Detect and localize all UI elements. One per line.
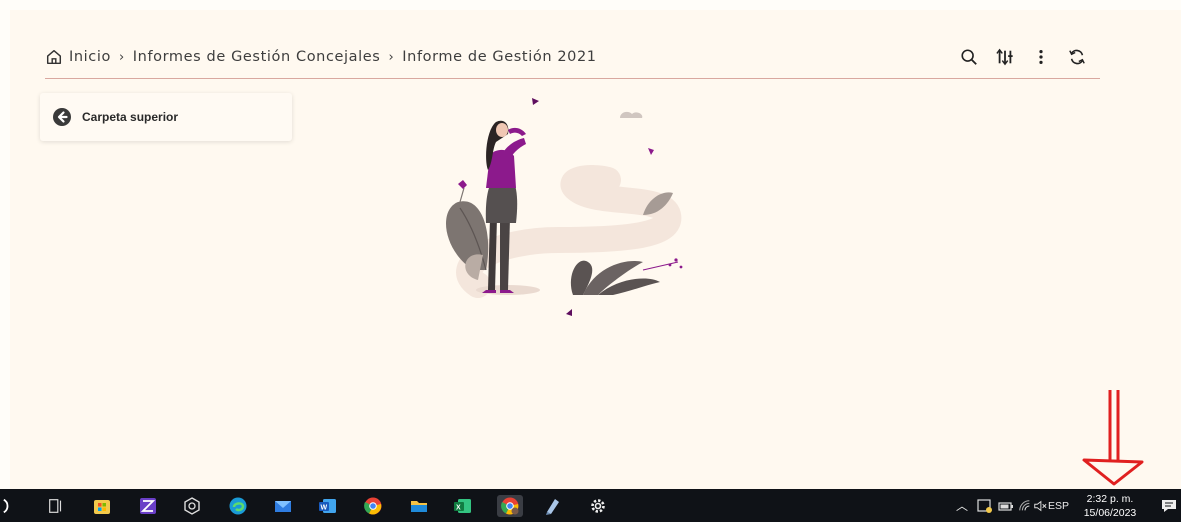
chrome-profile-button[interactable] [497, 495, 523, 517]
search-button[interactable] [958, 46, 980, 68]
tray-app-icon [977, 498, 992, 513]
pen-icon [546, 499, 559, 515]
parent-folder-button[interactable]: Carpeta superior [40, 93, 292, 141]
breadcrumb-separator: › [388, 49, 395, 65]
excel-icon: X [454, 499, 471, 513]
clock-time: 2:32 p. m. [1086, 493, 1134, 505]
parent-folder-label: Carpeta superior [82, 110, 179, 124]
breadcrumb-separator: › [118, 49, 125, 65]
volume-mute-icon[interactable] [1033, 489, 1047, 522]
app-icon [184, 497, 200, 515]
notification-icon [1162, 499, 1176, 512]
word-button[interactable]: W [317, 495, 339, 517]
sort-button[interactable] [994, 46, 1016, 68]
pen-button[interactable] [542, 495, 564, 517]
breadcrumb-bar: Inicio › Informes de Gestión Concejales … [45, 44, 1100, 79]
search-icon [3, 498, 9, 514]
scanner-button[interactable] [137, 495, 159, 517]
more-vertical-icon [1039, 49, 1043, 65]
settings-button[interactable] [587, 495, 609, 517]
home-icon[interactable] [45, 48, 63, 66]
chrome-icon [364, 497, 382, 515]
search-icon [961, 49, 977, 65]
word-icon: W [319, 499, 336, 513]
tray-app-icon[interactable] [977, 489, 993, 522]
scanner-icon [140, 498, 156, 514]
breadcrumb-level-1[interactable]: Informes de Gestión Concejales [133, 49, 381, 65]
sort-icon [996, 48, 1013, 66]
task-view-icon [49, 499, 62, 513]
mail-button[interactable] [272, 495, 294, 517]
wifi-icon[interactable] [1018, 489, 1032, 522]
toolbar [958, 46, 1088, 68]
breadcrumb: Inicio › Informes de Gestión Concejales … [45, 48, 597, 66]
file-explorer-icon [411, 501, 427, 512]
language-indicator[interactable]: ESP [1048, 500, 1069, 512]
clock[interactable]: 2:32 p. m. 15/06/2023 [1080, 492, 1140, 520]
chrome-button[interactable] [362, 495, 384, 517]
store-button[interactable] [91, 495, 113, 517]
refresh-button[interactable] [1066, 46, 1088, 68]
svg-text:W: W [321, 505, 328, 512]
edge-icon [229, 497, 247, 515]
start-fragment[interactable] [0, 495, 22, 517]
breadcrumb-current: Informe de Gestión 2021 [402, 49, 597, 65]
mail-icon [275, 501, 291, 512]
settings-icon [591, 499, 605, 513]
back-arrow-icon [53, 108, 71, 126]
refresh-icon [1069, 49, 1085, 65]
store-icon [94, 500, 110, 514]
file-explorer-button[interactable] [408, 495, 430, 517]
more-options-button[interactable] [1030, 46, 1052, 68]
edge-button[interactable] [227, 495, 249, 517]
task-view-button[interactable] [45, 495, 67, 517]
clock-date: 15/06/2023 [1083, 507, 1137, 519]
notifications-button[interactable] [1160, 489, 1178, 522]
breadcrumb-home[interactable]: Inicio [69, 49, 111, 65]
excel-button[interactable]: X [452, 495, 474, 517]
browser-viewport: Inicio › Informes de Gestión Concejales … [0, 0, 1181, 522]
annotation-arrow [1082, 390, 1144, 486]
chevron-up-icon[interactable]: ︿ [956, 489, 968, 522]
battery-icon[interactable] [998, 489, 1014, 522]
taskbar: W X ︿ ESP 2:32 p. m. 15/06/2023 [0, 489, 1181, 522]
chrome-profile-icon [501, 497, 519, 515]
volume-mute-icon [1034, 500, 1047, 511]
app-button[interactable] [181, 495, 203, 517]
svg-text:X: X [456, 505, 461, 512]
wifi-icon [1019, 499, 1030, 510]
battery-icon [998, 501, 1013, 511]
empty-folder-illustration [446, 98, 683, 316]
